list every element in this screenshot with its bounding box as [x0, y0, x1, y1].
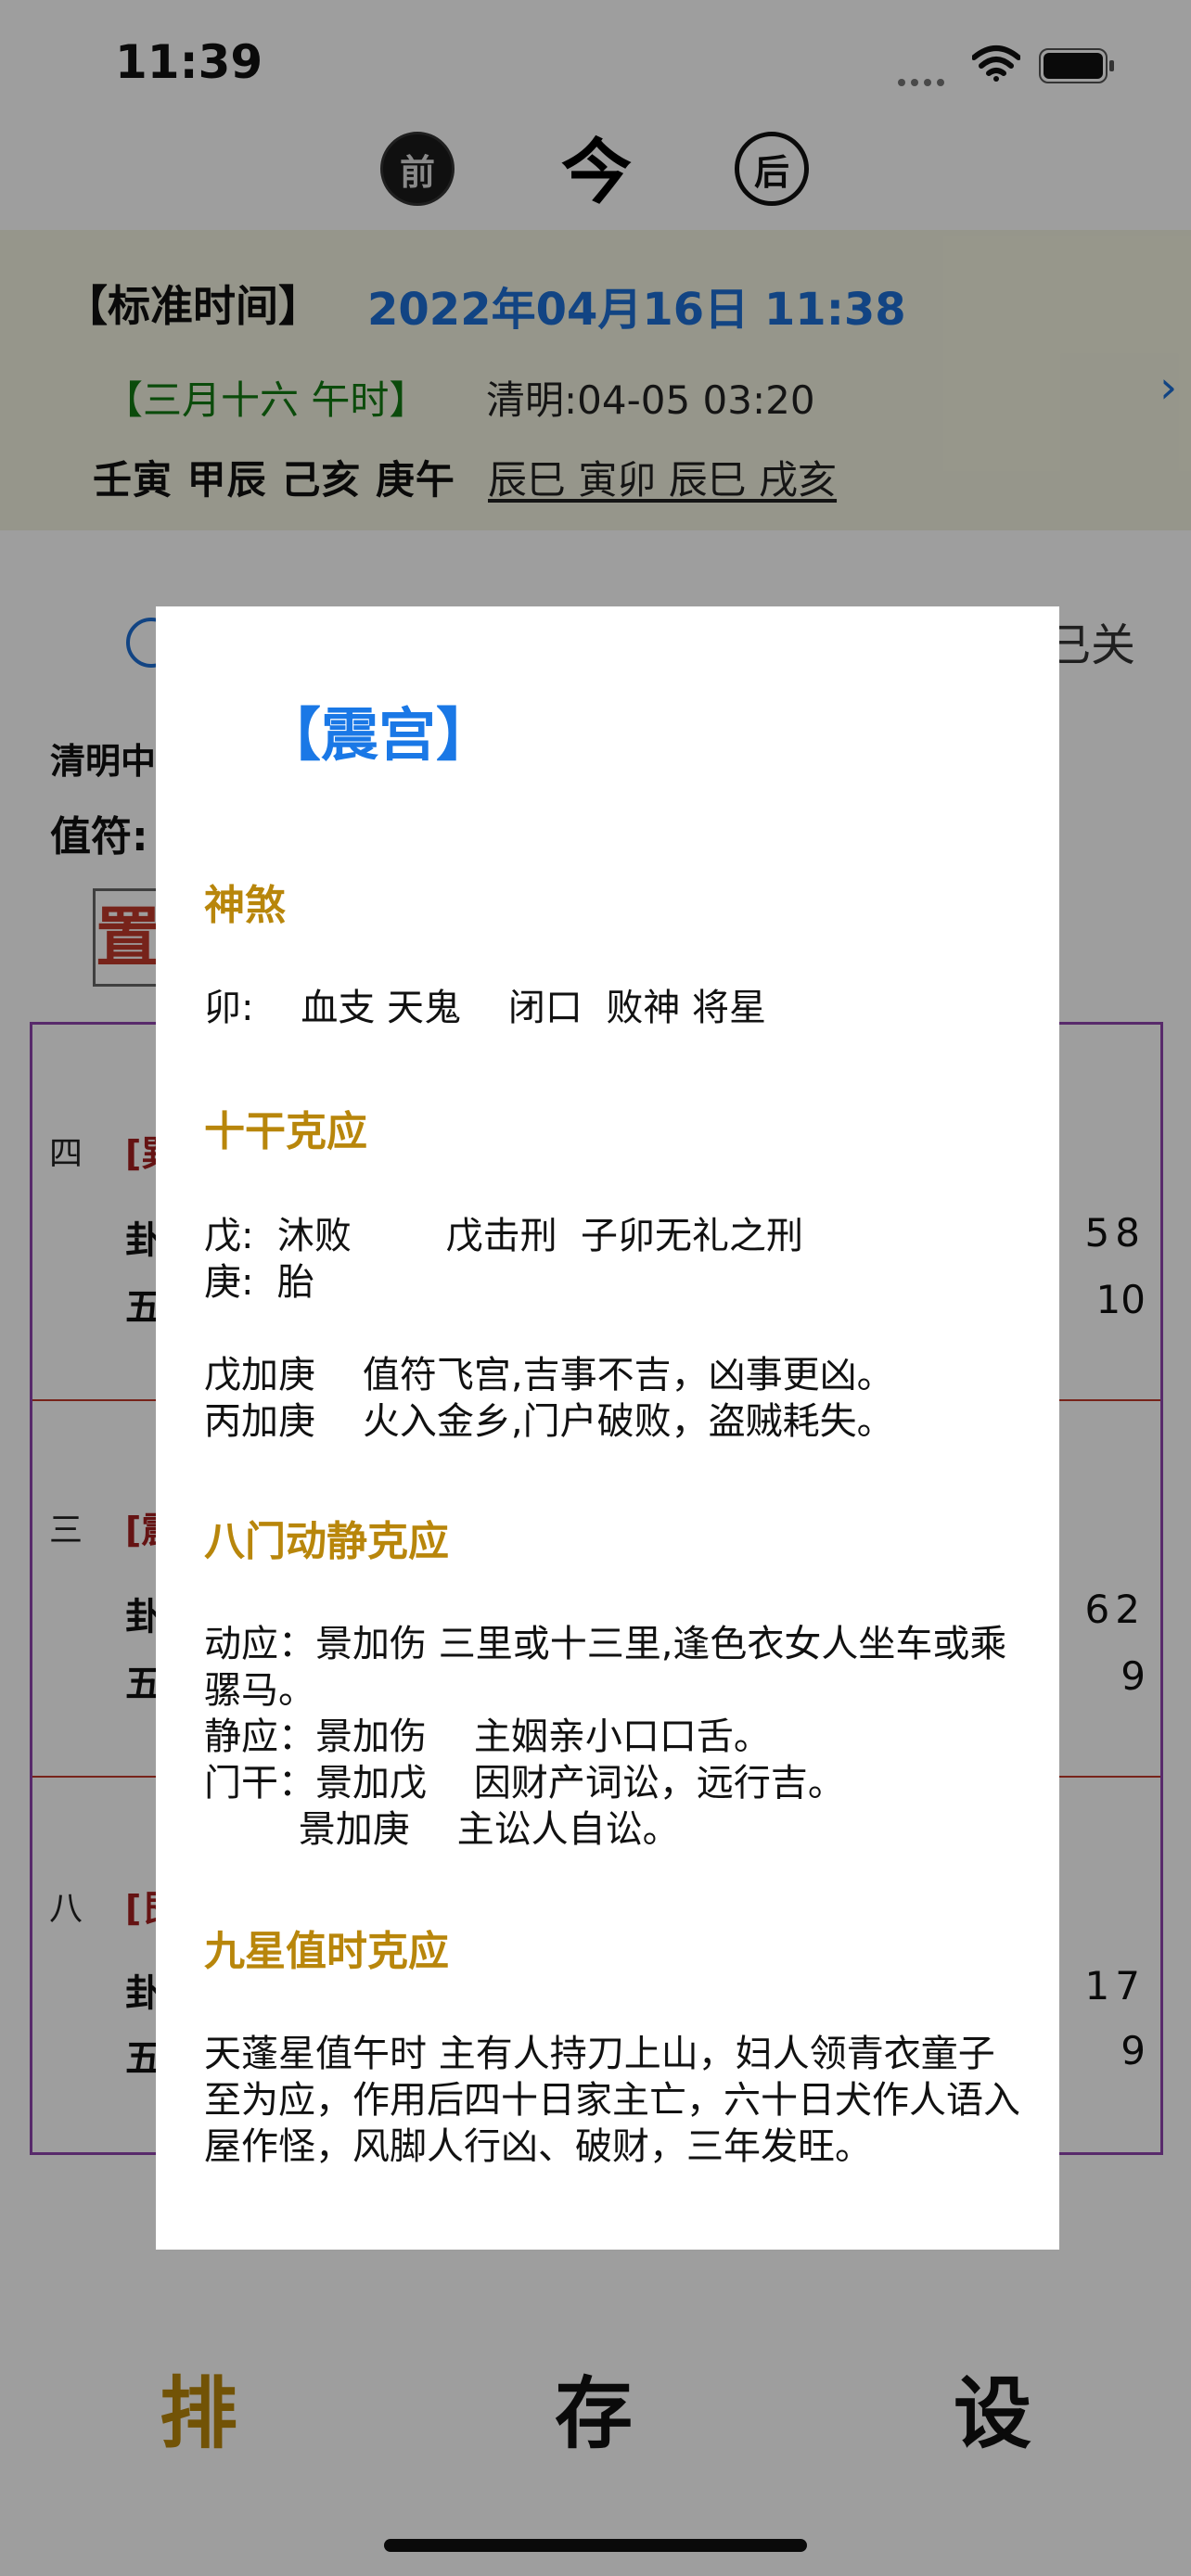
bamen-line: 景加庚 主讼人自讼。	[204, 1808, 680, 1851]
shigan-line: 戊加庚 值符飞宫,吉事不吉，凶事更凶。	[204, 1354, 894, 1396]
jiuxing-line: 天蓬星值午时 主有人持刀上山，妇人领青衣童子至为应，作用后四十日家主亡，六十日犬…	[204, 2033, 1020, 2168]
section-heading-shensha: 神煞	[204, 882, 286, 929]
section-heading-jiuxing: 九星值时克应	[204, 1928, 449, 1975]
shigan-line: 庚: 胎	[204, 1261, 314, 1304]
shensha-line: 卯: 血支 天鬼 闭口 败神 将星	[204, 987, 767, 1029]
bamen-line: 门干：景加戊 因财产词讼，远行吉。	[204, 1762, 845, 1804]
section-heading-shigan: 十干克应	[204, 1108, 367, 1155]
shigan-line: 戊: 沐败 戊击刑 子卯无礼之刑	[204, 1215, 804, 1257]
bamen-line: 动应：景加伤 三里或十三里,逢色衣女人坐车或乘骡马。	[204, 1623, 1007, 1712]
shigan-line: 丙加庚 火入金乡,门户破败，盗贼耗失。	[204, 1400, 894, 1443]
bamen-line: 静应：景加伤 主姻亲小口口舌。	[204, 1715, 771, 1758]
section-heading-bamen: 八门动静克应	[204, 1518, 449, 1565]
modal-title: 【震宫】	[263, 701, 494, 769]
palace-detail-modal: 【震宫】 神煞 卯: 血支 天鬼 闭口 败神 将星 十干克应 戊: 沐败 戊击刑…	[156, 606, 1059, 2250]
